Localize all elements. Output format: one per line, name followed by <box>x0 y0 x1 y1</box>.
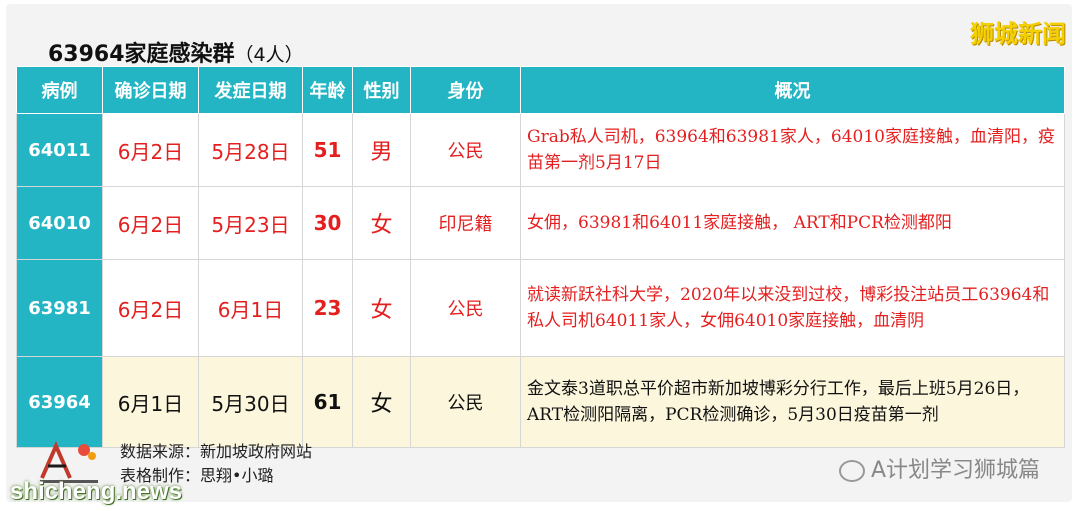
data-source: 数据来源：新加坡政府网站 <box>120 442 313 461</box>
confirm-date: 6月1日 <box>102 356 199 448</box>
onset-date: 6月1日 <box>198 259 303 357</box>
onset-date: 5月23日 <box>198 186 303 260</box>
gender: 女 <box>352 186 411 260</box>
case-table: 病例 确诊日期 发症日期 年龄 性别 身份 概况 64011 6月2日 5月28… <box>16 66 1065 448</box>
table-row: 63964 6月1日 5月30日 61 女 公民 金文泰3道职总平价超市新加坡博… <box>16 356 1065 448</box>
gender: 女 <box>352 356 411 448</box>
table-row: 63981 6月2日 6月1日 23 女 公民 就读新跃社科大学，2020年以来… <box>16 259 1065 357</box>
table-header-row: 病例 确诊日期 发症日期 年龄 性别 身份 概况 <box>16 66 1065 114</box>
summary: Grab私人司机，63964和63981家人，64010家庭接触，血清阳，疫苗第… <box>520 113 1065 187</box>
confirm-date: 6月2日 <box>102 113 199 187</box>
table-row: 64011 6月2日 5月28日 51 男 公民 Grab私人司机，63964和… <box>16 113 1065 187</box>
age: 51 <box>302 113 353 187</box>
gender: 女 <box>352 259 411 357</box>
onset-date: 5月30日 <box>198 356 303 448</box>
summary: 就读新跃社科大学，2020年以来没到过校，博彩投注站员工63964和私人司机64… <box>520 259 1065 357</box>
age: 23 <box>302 259 353 357</box>
brand-watermark: 狮城新闻 <box>970 20 1066 48</box>
summary: 金文泰3道职总平价超市新加坡博彩分行工作，最后上班5月26日，ART检测阳隔离，… <box>520 356 1065 448</box>
confirm-date: 6月2日 <box>102 186 199 260</box>
age: 61 <box>302 356 353 448</box>
summary: 女佣，63981和64011家庭接触， ART和PCR检测都阳 <box>520 186 1065 260</box>
identity: 公民 <box>410 356 521 448</box>
page-title: 63964家庭感染群（4人） <box>48 36 304 68</box>
onset-date: 5月28日 <box>198 113 303 187</box>
header-gender: 性别 <box>352 66 411 114</box>
case-id: 64010 <box>16 186 103 260</box>
site-watermark: shicheng.news <box>10 478 183 505</box>
gender: 男 <box>352 113 411 187</box>
wechat-icon <box>838 460 865 482</box>
title-text: 63964家庭感染群 <box>48 42 235 67</box>
header-confirm-date: 确诊日期 <box>102 66 199 114</box>
confirm-date: 6月2日 <box>102 259 199 357</box>
case-id: 63981 <box>16 259 103 357</box>
header-onset-date: 发症日期 <box>198 66 303 114</box>
table-row: 64010 6月2日 5月23日 30 女 印尼籍 女佣，63981和64011… <box>16 186 1065 260</box>
title-count: （4人） <box>234 44 304 66</box>
case-id: 63964 <box>16 356 103 448</box>
identity: 公民 <box>410 113 521 187</box>
case-id: 64011 <box>16 113 103 187</box>
age: 30 <box>302 186 353 260</box>
header-case: 病例 <box>16 66 103 114</box>
header-identity: 身份 <box>410 66 521 114</box>
identity: 印尼籍 <box>410 186 521 260</box>
header-summary: 概况 <box>520 66 1065 114</box>
wechat-account: A计划学习狮城篇 <box>838 452 1040 484</box>
identity: 公民 <box>410 259 521 357</box>
wechat-account-name: A计划学习狮城篇 <box>870 458 1040 483</box>
header-age: 年龄 <box>302 66 353 114</box>
